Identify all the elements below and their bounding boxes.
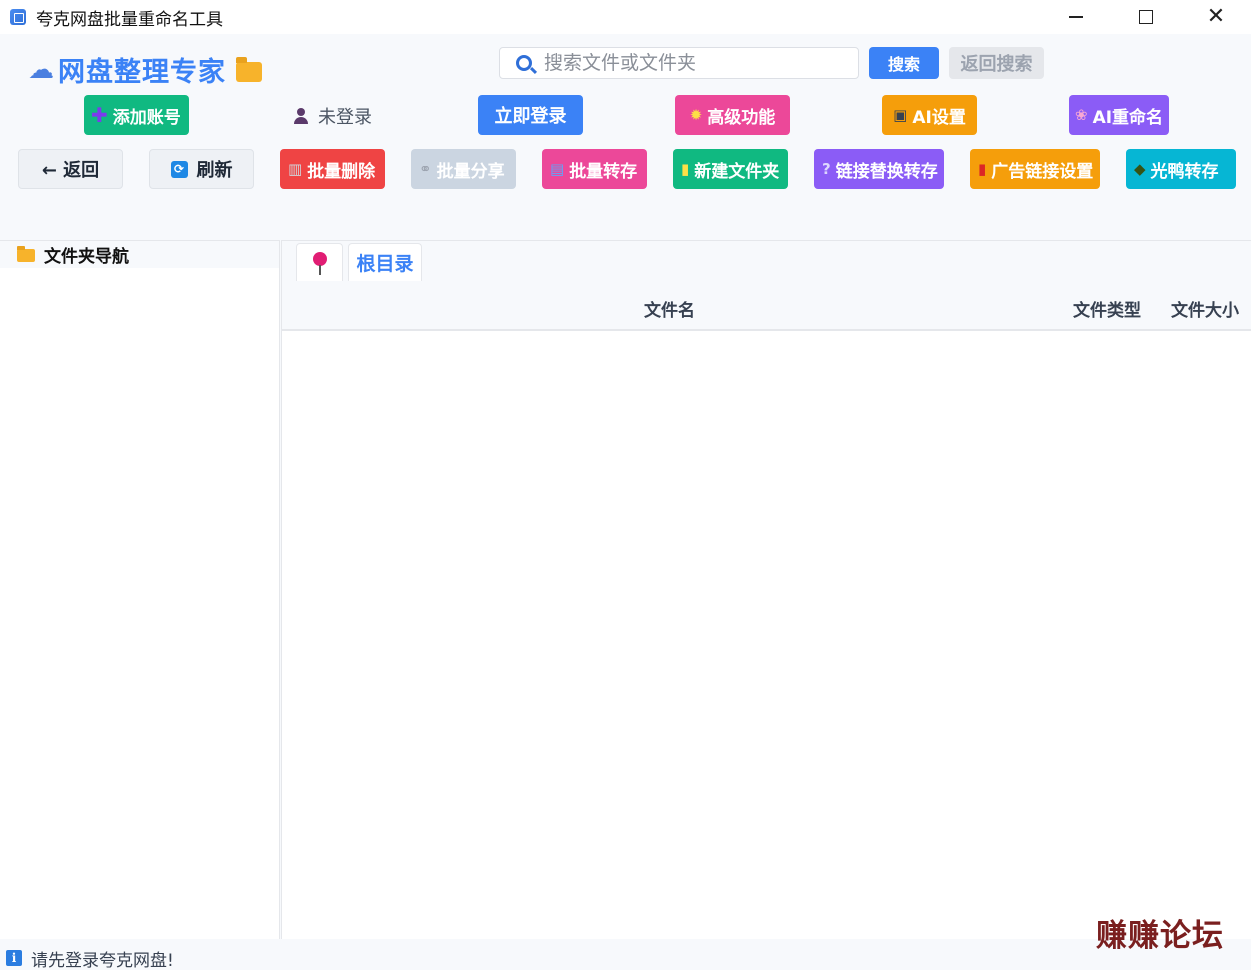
- window-title: 夸克网盘批量重命名工具: [36, 9, 223, 30]
- login-status-label: 未登录: [318, 107, 372, 128]
- ad-link-settings-button[interactable]: ▮ 广告链接设置: [970, 149, 1100, 189]
- column-header-filename[interactable]: 文件名: [644, 296, 695, 321]
- search-input[interactable]: [544, 52, 844, 74]
- trash-icon: ▥: [288, 160, 303, 178]
- ai-settings-label: AI设置: [912, 107, 966, 128]
- status-message: 请先登录夸克网盘!: [31, 950, 174, 970]
- ai-rename-button[interactable]: ❀ AI重命名: [1069, 95, 1169, 135]
- folder-icon: [236, 56, 262, 82]
- maximize-button[interactable]: [1111, 0, 1181, 34]
- breadcrumb: 根目录: [282, 241, 1251, 283]
- brand: ☁ 网盘整理专家: [28, 50, 262, 89]
- search-button[interactable]: 搜索: [869, 47, 939, 79]
- sparkle-icon: ✹: [689, 106, 703, 124]
- pushpin-icon: [312, 251, 327, 275]
- file-table-header: 文件名 文件类型 文件大小: [282, 283, 1251, 331]
- folder-nav-panel: 文件夹导航: [0, 240, 280, 939]
- column-header-filetype[interactable]: 文件类型: [1073, 296, 1141, 321]
- brain-icon: ❀: [1075, 106, 1088, 124]
- refresh-button[interactable]: ⟳ 刷新: [149, 149, 254, 189]
- pin-tab[interactable]: [296, 243, 343, 281]
- ai-settings-button[interactable]: ▣ AI设置: [882, 95, 977, 135]
- refresh-icon: ⟳: [170, 160, 188, 178]
- app-icon: [10, 9, 26, 25]
- breadcrumb-root[interactable]: 根目录: [348, 243, 422, 281]
- login-status: 未登录: [294, 103, 372, 129]
- refresh-label: 刷新: [196, 160, 233, 181]
- minimize-icon: [1069, 16, 1083, 18]
- link-replace-button[interactable]: ? 链接替换转存: [814, 149, 944, 189]
- add-account-button[interactable]: ✚ 添加账号: [84, 95, 189, 135]
- duck-transfer-label: 光鸭转存: [1150, 161, 1219, 182]
- batch-share-button[interactable]: ⚭ 批量分享: [411, 149, 516, 189]
- brand-title: 网盘整理专家: [58, 57, 226, 88]
- window-controls: ✕: [1041, 0, 1251, 34]
- new-folder-icon: ▮: [681, 160, 690, 178]
- plus-icon: ✚: [91, 103, 108, 127]
- back-search-button[interactable]: 返回搜索: [949, 47, 1044, 79]
- folder-nav-header: 文件夹导航: [0, 241, 279, 268]
- new-folder-label: 新建文件夹: [694, 161, 780, 182]
- ad-link-settings-label: 广告链接设置: [991, 161, 1094, 182]
- column-header-filesize[interactable]: 文件大小: [1171, 296, 1239, 321]
- advanced-features-label: 高级功能: [707, 107, 776, 128]
- duck-icon: ◆: [1134, 160, 1146, 178]
- question-icon: ?: [822, 160, 831, 178]
- book-icon: ▤: [550, 160, 565, 178]
- search-box: [499, 47, 859, 79]
- login-now-button[interactable]: 立即登录: [478, 95, 583, 135]
- link-icon: ⚭: [419, 160, 432, 178]
- duck-transfer-button[interactable]: ◆ 光鸭转存: [1126, 149, 1236, 189]
- robot-icon: ▣: [893, 106, 908, 124]
- advanced-features-button[interactable]: ✹ 高级功能: [675, 95, 790, 135]
- back-button[interactable]: ← 返回: [18, 149, 123, 189]
- watermark: 赚赚论坛: [1096, 918, 1224, 954]
- ai-rename-label: AI重命名: [1092, 107, 1164, 128]
- folder-nav-title: 文件夹导航: [44, 247, 129, 267]
- new-folder-button[interactable]: ▮ 新建文件夹: [673, 149, 788, 189]
- status-bar: i 请先登录夸克网盘!: [0, 946, 1251, 970]
- batch-delete-label: 批量删除: [307, 161, 376, 182]
- file-list-panel: 根目录 文件名 文件类型 文件大小: [281, 240, 1251, 939]
- search-icon: [516, 55, 532, 71]
- batch-transfer-button[interactable]: ▤ 批量转存: [542, 149, 647, 189]
- close-icon: ✕: [1206, 4, 1226, 29]
- minimize-button[interactable]: [1041, 0, 1111, 34]
- title-bar: 夸克网盘批量重命名工具 ✕: [0, 0, 1251, 34]
- add-account-label: 添加账号: [112, 107, 181, 128]
- folder-icon: [17, 246, 35, 262]
- info-icon: i: [6, 950, 22, 966]
- user-icon: [294, 108, 308, 124]
- batch-delete-button[interactable]: ▥ 批量删除: [280, 149, 385, 189]
- link-replace-label: 链接替换转存: [835, 161, 938, 182]
- maximize-icon: [1139, 10, 1153, 24]
- close-button[interactable]: ✕: [1181, 0, 1251, 34]
- batch-transfer-label: 批量转存: [569, 161, 638, 182]
- cloud-icon: ☁: [28, 54, 54, 85]
- batch-share-label: 批量分享: [436, 161, 505, 182]
- tag-icon: ▮: [978, 160, 987, 178]
